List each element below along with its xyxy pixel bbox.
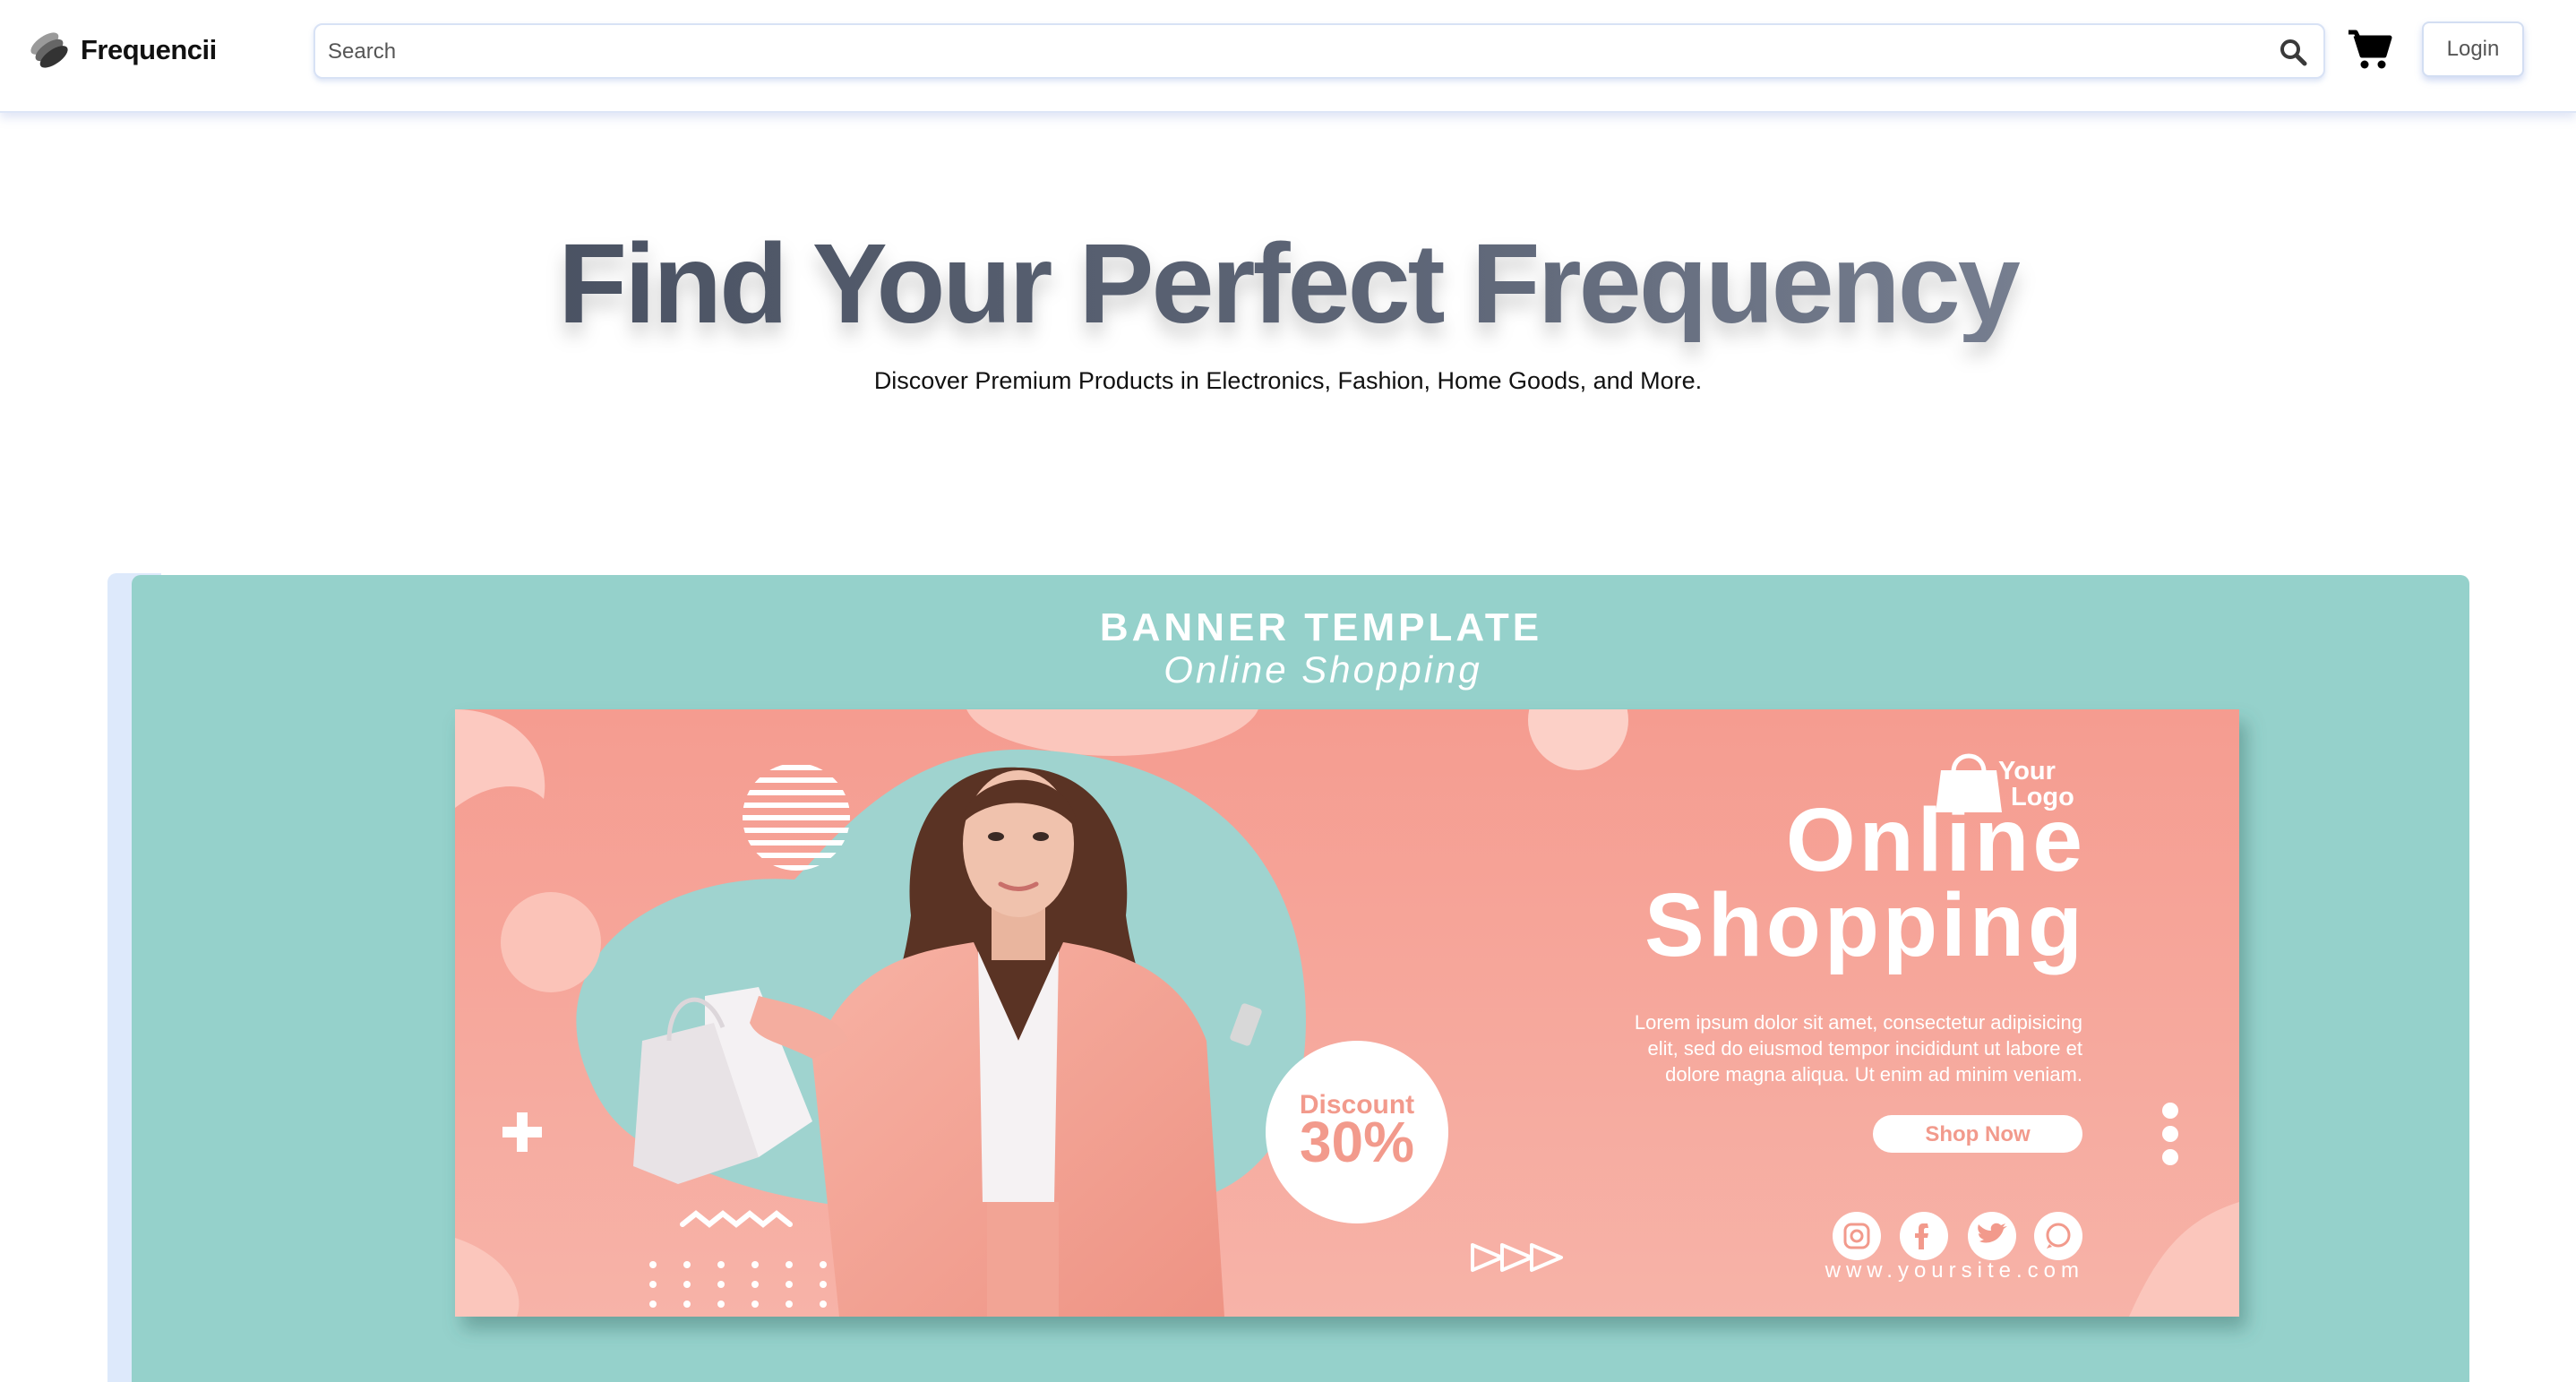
flyer-body-line-2: elit, sed do eiusmod tempor incididunt u… [1647,1037,2082,1060]
discount-value: 30% [1300,1110,1414,1174]
promo-banner[interactable]: BANNER TEMPLATE Online Shopping Discount… [132,575,2469,1382]
navbar: Frequencii Login [0,0,2576,113]
shopping-cart-icon[interactable] [2347,27,2393,72]
instagram-icon [1833,1212,1881,1260]
facebook-icon [1900,1212,1948,1260]
flyer-body-line-1: Lorem ipsum dolor sit amet, consectetur … [1635,1011,2082,1034]
search-icon[interactable] [2279,38,2307,66]
brand-name: Frequencii [81,34,217,65]
shop-now-label: Shop Now [1925,1122,2031,1146]
brand-link[interactable]: Frequencii [29,27,217,73]
whatsapp-icon [2034,1212,2082,1260]
hero-subtitle: Discover Premium Products in Electronics… [873,367,1703,394]
banner-subheading: Online Shopping [1163,648,1482,691]
flyer-website: www.yoursite.com [1825,1258,2084,1283]
flyer-body-line-3: dolore magna aliqua. Ut enim ad minim ve… [1665,1063,2082,1086]
login-button[interactable]: Login [2422,21,2524,77]
search-bar [313,23,2325,79]
search-input[interactable] [326,32,2246,72]
brand-logo-icon [30,32,68,68]
twitter-icon [1968,1212,2016,1260]
hero-title: Find Your Perfect Frequency [0,226,2576,342]
flyer-title-line-2: Shopping [1644,875,2086,975]
logo-line-1: Your [1998,757,2056,785]
banner-image: BANNER TEMPLATE Online Shopping Discount… [455,605,2239,1317]
banner-heading: BANNER TEMPLATE [1100,605,1542,649]
